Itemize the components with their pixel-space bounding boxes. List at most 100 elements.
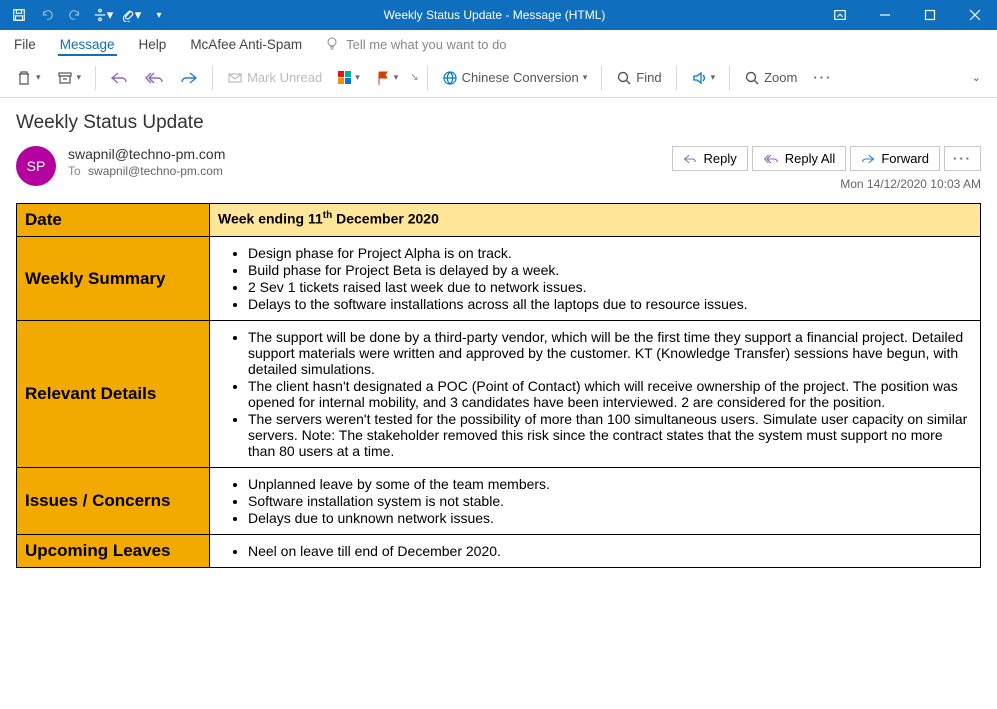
reply-all-label: Reply All bbox=[785, 151, 836, 166]
reply-all-button-ribbon[interactable] bbox=[138, 63, 170, 93]
tell-me-search[interactable]: Tell me what you want to do bbox=[324, 36, 506, 52]
mark-unread-button[interactable]: Mark Unread bbox=[221, 63, 328, 93]
table-row: Issues / Concerns Unplanned leave by some… bbox=[17, 468, 981, 535]
reply-all-icon bbox=[763, 153, 779, 165]
list-item: 2 Sev 1 tickets raised last week due to … bbox=[248, 279, 970, 295]
row-value: Design phase for Project Alpha is on tra… bbox=[210, 237, 981, 321]
reply-button[interactable]: Reply bbox=[672, 146, 747, 171]
row-value: Unplanned leave by some of the team memb… bbox=[210, 468, 981, 535]
recipient-address[interactable]: swapnil@techno-pm.com bbox=[88, 164, 223, 178]
zoom-label: Zoom bbox=[764, 70, 797, 85]
reply-all-button[interactable]: Reply All bbox=[752, 146, 847, 171]
row-label: Relevant Details bbox=[17, 321, 210, 468]
collapse-ribbon-button[interactable]: ⌄ bbox=[966, 63, 987, 93]
archive-icon bbox=[57, 70, 73, 86]
reply-icon bbox=[110, 70, 128, 86]
save-icon[interactable] bbox=[6, 2, 32, 28]
ellipsis-icon: ··· bbox=[813, 70, 832, 85]
list-item: Delays due to unknown network issues. bbox=[248, 510, 970, 526]
forward-icon bbox=[861, 153, 875, 165]
translate-icon bbox=[442, 70, 458, 86]
zoom-icon bbox=[744, 70, 760, 86]
row-label: Issues / Concerns bbox=[17, 468, 210, 535]
speak-icon bbox=[691, 70, 707, 86]
trash-icon bbox=[16, 70, 32, 86]
more-commands-button[interactable]: ··· bbox=[807, 63, 838, 93]
list-item: Unplanned leave by some of the team memb… bbox=[248, 476, 970, 492]
delete-button[interactable]: ▾ bbox=[10, 63, 47, 93]
reply-icon bbox=[683, 153, 697, 165]
flag-button[interactable]: ▾ bbox=[370, 63, 405, 93]
tab-file[interactable]: File bbox=[12, 33, 38, 56]
mark-unread-label: Mark Unread bbox=[247, 70, 322, 85]
window-title: Weekly Status Update - Message (HTML) bbox=[172, 8, 817, 22]
row-value: The support will be done by a third-part… bbox=[210, 321, 981, 468]
envelope-icon bbox=[227, 70, 243, 86]
chevron-down-icon: ⌄ bbox=[972, 71, 981, 84]
message-body: Weekly Status Update SP swapnil@techno-p… bbox=[0, 98, 997, 709]
more-actions-button[interactable]: ··· bbox=[944, 146, 981, 171]
ribbon: ▾ ▾ Mark Unread ▾ ▾ ↘ Chinese Conversion… bbox=[0, 58, 997, 98]
list-item: Design phase for Project Alpha is on tra… bbox=[248, 245, 970, 261]
archive-button[interactable]: ▾ bbox=[51, 63, 88, 93]
list-item: Neel on leave till end of December 2020. bbox=[248, 543, 970, 559]
categorize-icon bbox=[338, 71, 351, 84]
search-icon bbox=[616, 70, 632, 86]
forward-button-ribbon[interactable] bbox=[174, 63, 204, 93]
ellipsis-icon: ··· bbox=[953, 151, 972, 166]
tab-mcafee[interactable]: McAfee Anti-Spam bbox=[188, 33, 304, 56]
row-label: Upcoming Leaves bbox=[17, 535, 210, 568]
quick-access-toolbar: ▾ ▾ ▾ bbox=[6, 2, 172, 28]
list-item: The servers weren't tested for the possi… bbox=[248, 411, 970, 459]
read-aloud-button[interactable]: ▾ bbox=[685, 63, 722, 93]
avatar[interactable]: SP bbox=[16, 146, 56, 186]
ribbon-display-icon[interactable] bbox=[817, 0, 862, 30]
table-row: Weekly Summary Design phase for Project A… bbox=[17, 237, 981, 321]
find-label: Find bbox=[636, 70, 661, 85]
touch-mode-icon[interactable]: ▾ bbox=[90, 2, 116, 28]
chinese-conversion-label: Chinese Conversion bbox=[462, 70, 579, 85]
lightbulb-icon bbox=[324, 36, 340, 52]
chinese-conversion-button[interactable]: Chinese Conversion ▾ bbox=[436, 63, 594, 93]
window-controls bbox=[817, 0, 997, 30]
table-row: Relevant Details The support will be done… bbox=[17, 321, 981, 468]
list-item: The client hasn't designated a POC (Poin… bbox=[248, 378, 970, 410]
tell-me-placeholder: Tell me what you want to do bbox=[346, 37, 506, 52]
attach-icon[interactable]: ▾ bbox=[118, 2, 144, 28]
row-label: Weekly Summary bbox=[17, 237, 210, 321]
flag-icon bbox=[376, 70, 390, 86]
tab-message[interactable]: Message bbox=[58, 33, 117, 56]
customize-qat-icon[interactable]: ▾ bbox=[146, 2, 172, 28]
maximize-icon[interactable] bbox=[907, 0, 952, 30]
categorize-button[interactable]: ▾ bbox=[332, 63, 366, 93]
reply-button-ribbon[interactable] bbox=[104, 63, 134, 93]
forward-label: Forward bbox=[881, 151, 929, 166]
forward-icon bbox=[180, 70, 198, 86]
to-label: To bbox=[68, 164, 81, 178]
recipient-line: To swapnil@techno-pm.com bbox=[68, 164, 225, 178]
reply-all-icon bbox=[144, 70, 164, 86]
message-actions: Reply Reply All Forward ··· bbox=[672, 146, 981, 171]
list-item: The support will be done by a third-part… bbox=[248, 329, 970, 377]
find-button[interactable]: Find bbox=[610, 63, 667, 93]
email-subject: Weekly Status Update bbox=[16, 112, 981, 134]
zoom-button[interactable]: Zoom bbox=[738, 63, 803, 93]
dialog-launcher-icon[interactable]: ↘ bbox=[410, 72, 418, 83]
sender-address[interactable]: swapnil@techno-pm.com bbox=[68, 146, 225, 162]
email-header: SP swapnil@techno-pm.com To swapnil@tech… bbox=[16, 146, 981, 191]
list-item: Build phase for Project Beta is delayed … bbox=[248, 262, 970, 278]
close-icon[interactable] bbox=[952, 0, 997, 30]
list-item: Delays to the software installations acr… bbox=[248, 296, 970, 312]
minimize-icon[interactable] bbox=[862, 0, 907, 30]
menu-bar: File Message Help McAfee Anti-Spam Tell … bbox=[0, 30, 997, 58]
status-report-table: DateWeek ending 11th December 2020Weekly… bbox=[16, 203, 981, 568]
redo-icon[interactable] bbox=[62, 2, 88, 28]
row-label: Date bbox=[17, 204, 210, 237]
tab-help[interactable]: Help bbox=[137, 33, 169, 56]
title-bar: ▾ ▾ ▾ Weekly Status Update - Message (HT… bbox=[0, 0, 997, 30]
received-timestamp: Mon 14/12/2020 10:03 AM bbox=[840, 177, 981, 191]
undo-icon[interactable] bbox=[34, 2, 60, 28]
row-value: Neel on leave till end of December 2020. bbox=[210, 535, 981, 568]
forward-button[interactable]: Forward bbox=[850, 146, 940, 171]
table-row: DateWeek ending 11th December 2020 bbox=[17, 204, 981, 237]
